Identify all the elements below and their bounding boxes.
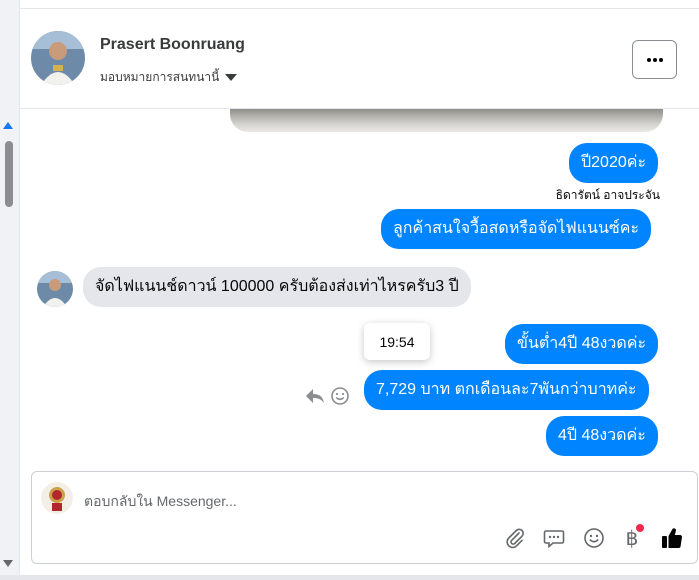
more-options-button[interactable] bbox=[632, 40, 677, 79]
contact-avatar[interactable] bbox=[31, 31, 85, 85]
message-bubble-outgoing[interactable]: 4ปี 48งวดค่ะ bbox=[546, 416, 658, 456]
message-hover-actions bbox=[304, 386, 350, 406]
contact-avatar-small[interactable] bbox=[37, 271, 73, 307]
notification-dot bbox=[636, 524, 644, 532]
message-composer: ฿ bbox=[31, 471, 698, 564]
timestamp-tooltip: 19:54 bbox=[364, 323, 430, 360]
page-avatar bbox=[41, 482, 73, 514]
sender-name: ธิดารัตน์ อาจประจัน bbox=[555, 188, 660, 202]
smiley-icon[interactable] bbox=[330, 386, 350, 406]
emoji-icon bbox=[584, 528, 604, 548]
attach-button[interactable] bbox=[502, 525, 528, 551]
message-bubble-outgoing[interactable]: ปี2020ค่ะ bbox=[569, 143, 659, 183]
conversation-header: Prasert Boonruang มอบหมายการสนทนานี้ bbox=[20, 9, 699, 109]
saved-replies-button[interactable] bbox=[541, 525, 567, 551]
message-bubble-outgoing[interactable]: ลูกค้าสนใจวื้อสดหรือจัดไฟแนนซ์คะ bbox=[381, 209, 652, 249]
like-button[interactable] bbox=[659, 525, 685, 551]
bottom-edge bbox=[0, 575, 699, 580]
contact-name[interactable]: Prasert Boonruang bbox=[100, 36, 245, 54]
caret-down-icon bbox=[225, 74, 238, 81]
thumbs-up-icon bbox=[662, 528, 683, 548]
message-bubble-outgoing[interactable]: ขั้นต่ำ4ปี 48งวดค่ะ bbox=[505, 324, 659, 364]
scroll-down-arrow-icon[interactable] bbox=[3, 560, 13, 567]
chat-bubble-icon bbox=[543, 530, 565, 549]
scrollbar-thumb[interactable] bbox=[5, 141, 13, 207]
payment-button[interactable]: ฿ bbox=[619, 524, 645, 551]
shared-image-attachment[interactable] bbox=[230, 109, 663, 132]
assign-conversation-label: มอบหมายการสนทนานี้ bbox=[100, 70, 220, 84]
reply-icon[interactable] bbox=[304, 386, 326, 406]
reply-input[interactable] bbox=[84, 491, 644, 511]
message-bubble-incoming[interactable]: จัดไฟแนนช์ดาวน์ 100000 ครับต้องส่งเท่าไห… bbox=[83, 267, 471, 307]
left-panel-scrollbar[interactable] bbox=[0, 0, 20, 580]
emoji-button[interactable] bbox=[581, 525, 607, 551]
message-bubble-outgoing[interactable]: 7,729 บาท ตกเดือนละ7พันกว่าบาทค่ะ bbox=[364, 370, 649, 410]
assign-conversation-dropdown[interactable]: มอบหมายการสนทนานี้ bbox=[100, 68, 238, 87]
scroll-up-arrow-icon[interactable] bbox=[3, 122, 13, 129]
paperclip-icon bbox=[506, 528, 524, 549]
ellipsis-icon bbox=[646, 57, 663, 62]
